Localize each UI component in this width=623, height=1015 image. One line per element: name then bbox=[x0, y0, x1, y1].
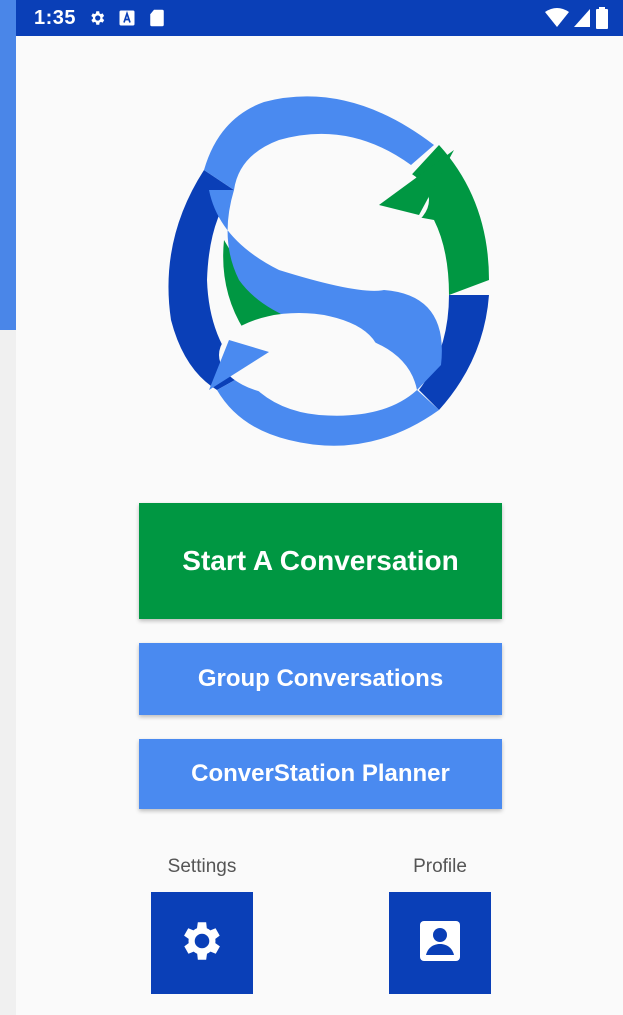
background-strip bbox=[0, 330, 16, 1015]
profile-label: Profile bbox=[413, 856, 467, 877]
settings-icon bbox=[88, 9, 106, 27]
settings-label: Settings bbox=[167, 856, 237, 877]
signal-icon bbox=[573, 8, 591, 33]
status-time: 1:35 bbox=[34, 6, 77, 29]
settings-button[interactable] bbox=[151, 892, 253, 994]
gear-icon bbox=[177, 916, 227, 971]
profile-button[interactable] bbox=[389, 892, 491, 994]
start-conversation-button[interactable]: Start A Conversation bbox=[139, 503, 502, 619]
converstation-planner-button[interactable]: ConverStation Planner bbox=[139, 739, 502, 809]
group-conversations-button[interactable]: Group Conversations bbox=[139, 643, 502, 715]
a-box-icon bbox=[118, 9, 136, 27]
s-logo-icon bbox=[149, 90, 489, 446]
sd-card-icon bbox=[148, 9, 166, 27]
battery-icon bbox=[595, 7, 609, 34]
profile-icon bbox=[416, 917, 464, 970]
status-bar: 1:35 bbox=[16, 0, 623, 36]
phone-screen: 1:35 Start A Conversation Group Conversa… bbox=[16, 0, 623, 1015]
wifi-icon bbox=[545, 8, 569, 33]
